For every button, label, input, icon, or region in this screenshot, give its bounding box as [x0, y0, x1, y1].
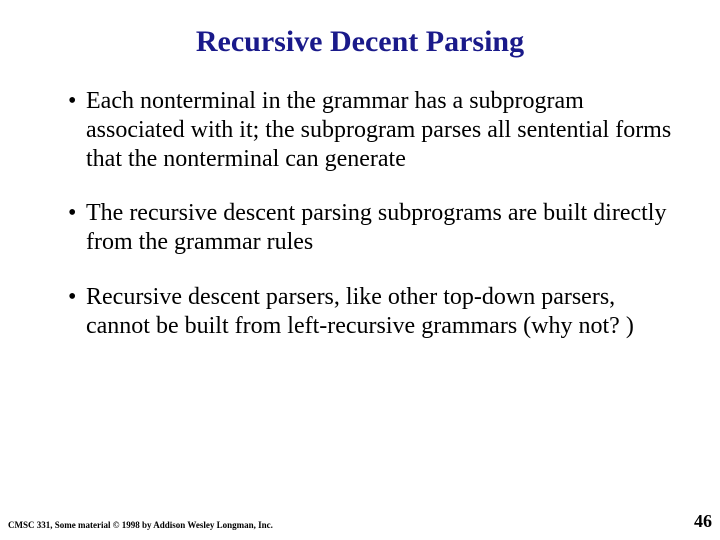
bullet-item: Each nonterminal in the grammar has a su… [68, 87, 680, 173]
bullet-item: Recursive descent parsers, like other to… [68, 283, 680, 341]
page-number: 46 [694, 511, 712, 532]
bullet-item: The recursive descent parsing subprogram… [68, 199, 680, 257]
slide-title: Recursive Decent Parsing [40, 25, 680, 59]
footer-copyright: CMSC 331, Some material © 1998 by Addiso… [8, 520, 273, 530]
slide-container: Recursive Decent Parsing Each nontermina… [0, 0, 720, 540]
bullet-list: Each nonterminal in the grammar has a su… [40, 87, 680, 341]
